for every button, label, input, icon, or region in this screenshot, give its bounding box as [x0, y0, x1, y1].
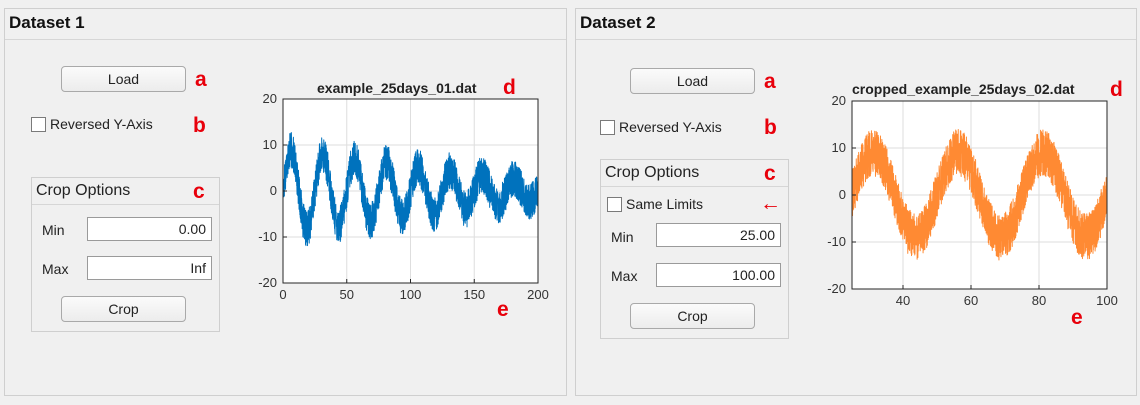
dataset1-reversed-y-checkbox[interactable]	[31, 116, 46, 132]
dataset1-min-field[interactable]: 0.00	[87, 217, 212, 241]
dataset2-reversed-y-label: Reversed Y-Axis	[619, 119, 722, 135]
dataset2-same-limits-label: Same Limits	[626, 196, 704, 212]
x-tick-label: 60	[964, 293, 978, 308]
marker-b: b	[193, 114, 206, 137]
marker-a: a	[195, 68, 207, 91]
dataset2-reversed-y-checkbox[interactable]	[600, 119, 615, 135]
dataset1-plot: 0 50 100 150 200 -20 -10 0 10 20	[258, 91, 549, 302]
dataset1-min-label: Min	[42, 222, 65, 238]
dataset1-crop-button[interactable]: Crop	[61, 296, 186, 322]
x-tick-label: 80	[1032, 293, 1046, 308]
dataset2-title: Dataset 2	[576, 9, 1136, 40]
dataset2-panel: Dataset 2 Load a Reversed Y-Axis b Crop …	[575, 8, 1137, 396]
dataset2-reversed-y-row[interactable]: Reversed Y-Axis	[600, 119, 722, 135]
dataset1-crop-title: Crop Options	[32, 178, 219, 205]
marker-a: a	[764, 70, 776, 93]
y-tick-label: -20	[827, 281, 846, 296]
dataset1-reversed-y-label: Reversed Y-Axis	[50, 116, 153, 132]
marker-b: b	[764, 116, 777, 139]
y-tick-label: 10	[832, 140, 846, 155]
y-tick-label: 20	[263, 91, 277, 106]
dataset2-min-label: Min	[611, 229, 634, 245]
dataset2-same-limits-row[interactable]: Same Limits	[607, 196, 703, 212]
dataset1-max-label: Max	[42, 261, 69, 277]
x-tick-label: 0	[279, 287, 286, 302]
y-tick-label: 0	[270, 183, 277, 198]
y-tick-label: 0	[839, 187, 846, 202]
y-tick-label: -10	[258, 229, 277, 244]
marker-arrow: ←	[760, 192, 781, 215]
marker-e: e	[497, 298, 509, 321]
marker-c: c	[764, 162, 776, 185]
x-tick-label: 100	[1096, 293, 1118, 308]
dataset2-min-field[interactable]: 25.00	[656, 223, 781, 247]
dataset2-crop-button[interactable]: Crop	[630, 303, 755, 329]
y-tick-label: 20	[832, 93, 846, 108]
dataset1-panel: Dataset 1 Load a Reversed Y-Axis b Crop …	[4, 8, 567, 396]
dataset2-max-field[interactable]: 100.00	[656, 263, 781, 287]
dataset2-crop-title: Crop Options	[601, 160, 788, 187]
dataset1-crop-options: Crop Options Min 0.00 Max Inf Crop	[31, 177, 220, 332]
x-tick-label: 50	[340, 287, 354, 302]
dataset2-load-button[interactable]: Load	[630, 68, 755, 94]
dataset2-max-label: Max	[611, 268, 638, 284]
dataset1-reversed-y-row[interactable]: Reversed Y-Axis	[31, 116, 153, 132]
marker-c: c	[193, 180, 205, 203]
x-tick-label: 100	[400, 287, 422, 302]
dataset2-same-limits-checkbox[interactable]	[607, 196, 622, 212]
dataset1-load-button[interactable]: Load	[61, 66, 186, 92]
dataset2-crop-options: Crop Options Same Limits Min 25.00 Max 1…	[600, 159, 789, 339]
dataset2-plot: 40 60 80 100 -20 -10 0 10 20	[827, 93, 1118, 308]
y-tick-label: -10	[827, 234, 846, 249]
dataset1-title: Dataset 1	[5, 9, 566, 40]
marker-e: e	[1071, 306, 1083, 329]
dataset1-max-field[interactable]: Inf	[87, 256, 212, 280]
y-tick-label: -20	[258, 275, 277, 290]
x-tick-label: 200	[527, 287, 549, 302]
x-tick-label: 40	[896, 293, 910, 308]
x-tick-label: 150	[463, 287, 485, 302]
y-tick-label: 10	[263, 137, 277, 152]
